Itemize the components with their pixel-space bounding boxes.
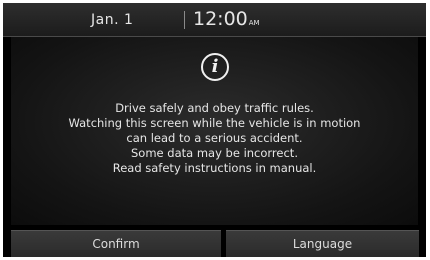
confirm-button[interactable]: Confirm [11, 230, 221, 257]
clock-display: 12:00AM [193, 8, 260, 30]
message-line: Drive safely and obey traffic rules. [115, 101, 314, 115]
head-unit-screen: Jan. 1 12:00AM i Drive safely and obey t… [3, 3, 426, 257]
language-button[interactable]: Language [226, 230, 419, 257]
info-icon: i [201, 53, 229, 81]
clock-ampm: AM [248, 19, 260, 27]
warning-message: Drive safely and obey traffic rules. Wat… [11, 101, 418, 176]
message-line: Read safety instructions in manual. [112, 161, 317, 175]
date-display: Jan. 1 [91, 12, 134, 28]
message-line: can lead to a serious accident. [126, 131, 303, 145]
status-divider [184, 11, 185, 29]
message-line: Some data may be incorrect. [131, 146, 298, 160]
safety-warning-dialog: i Drive safely and obey traffic rules. W… [11, 37, 418, 225]
clock-time: 12:00 [193, 8, 248, 30]
message-line: Watching this screen while the vehicle i… [68, 116, 361, 130]
status-bar: Jan. 1 12:00AM [3, 3, 426, 37]
